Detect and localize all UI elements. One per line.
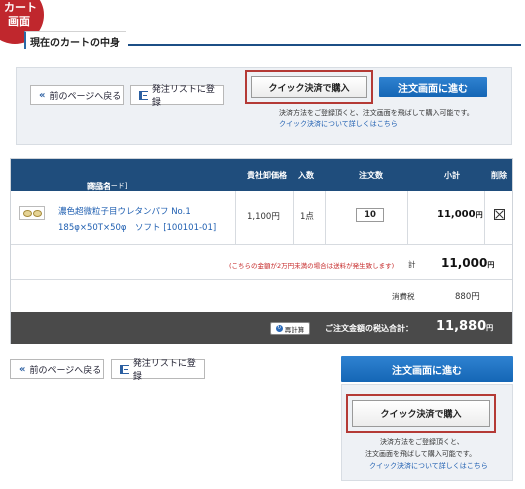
item-subtotal: 11,000円 bbox=[437, 209, 483, 220]
header-unit: 入数 bbox=[298, 171, 314, 180]
quantity-input[interactable]: 10 bbox=[356, 208, 384, 222]
badge-line1: カート bbox=[4, 1, 37, 14]
double-chevron-left-icon: « bbox=[39, 89, 46, 101]
divider bbox=[325, 191, 326, 244]
list-icon bbox=[120, 364, 129, 374]
quick-checkout-note-bottom-1: 決済方法をご登録頂くと、 bbox=[380, 438, 464, 446]
order-list-button-label: 発注リストに登録 bbox=[132, 359, 196, 382]
back-button-bottom[interactable]: « 前のページへ戻る bbox=[10, 359, 104, 379]
proceed-to-order-button-bottom[interactable]: 注文画面に進む bbox=[341, 356, 513, 382]
row-divider bbox=[11, 279, 512, 280]
header-price: 貴社卸価格 bbox=[247, 171, 287, 180]
section-title: 現在のカートの中身 bbox=[24, 31, 126, 49]
item-unit: 1点 bbox=[300, 212, 314, 222]
quick-checkout-info-link-top[interactable]: クイック決済について詳しくはこちら bbox=[279, 119, 398, 129]
total-label: 計 bbox=[408, 260, 416, 269]
quick-checkout-note-bottom-2: 注文画面を飛ばして購入可能です。 bbox=[365, 450, 477, 458]
badge-line2: 画面 bbox=[8, 15, 30, 28]
quick-checkout-note-top: 決済方法をご登録頂くと、注文画面を飛ばして購入可能です。 bbox=[279, 109, 474, 117]
proceed-to-order-button-top[interactable]: 注文画面に進む bbox=[379, 77, 487, 97]
quick-checkout-info-link-bottom[interactable]: クイック決済について詳しくはこちら bbox=[369, 461, 488, 471]
row-divider bbox=[11, 244, 512, 245]
list-icon bbox=[139, 90, 148, 100]
divider bbox=[235, 191, 236, 244]
recalculate-button[interactable]: ↻ 再計算 bbox=[270, 322, 310, 335]
header-subtotal: 小計 bbox=[444, 171, 460, 180]
quick-checkout-highlight-top: クイック決済で購入 bbox=[245, 70, 373, 104]
quick-checkout-highlight-bottom: クイック決済で購入 bbox=[346, 394, 496, 433]
header-delete: 削除 bbox=[491, 171, 507, 180]
divider bbox=[407, 191, 408, 244]
cart-table: 商品名 [発注コード] 貴社卸価格 入数 注文数 小計 削除 濃色超微粒子目ウレ… bbox=[10, 158, 513, 344]
tax-label: 消費税 bbox=[392, 292, 415, 301]
back-button-top[interactable]: « 前のページへ戻る bbox=[30, 85, 124, 105]
header-qty: 注文数 bbox=[359, 171, 383, 180]
delete-checkbox-icon[interactable] bbox=[494, 209, 505, 220]
refresh-icon: ↻ bbox=[275, 325, 283, 332]
divider bbox=[293, 191, 294, 244]
back-button-label: 前のページへ戻る bbox=[49, 91, 122, 102]
quick-checkout-button-bottom[interactable]: クイック決済で購入 bbox=[352, 400, 490, 427]
grand-total: 11,880円 bbox=[436, 319, 494, 334]
double-chevron-left-icon: « bbox=[19, 363, 26, 375]
add-to-order-list-button-top[interactable]: 発注リストに登録 bbox=[130, 85, 224, 108]
quick-checkout-button-top[interactable]: クイック決済で購入 bbox=[251, 76, 367, 98]
order-list-button-label: 発注リストに登録 bbox=[151, 85, 215, 108]
grand-total-label: ご注文金額の税込合計： bbox=[325, 324, 413, 333]
add-to-order-list-button-bottom[interactable]: 発注リストに登録 bbox=[111, 359, 205, 382]
tax-value: 880円 bbox=[455, 292, 480, 302]
cart-total: 11,000円 bbox=[441, 256, 495, 270]
product-thumbnail[interactable] bbox=[19, 206, 45, 220]
item-price: 1,100円 bbox=[247, 212, 280, 222]
product-name-link[interactable]: 濃色超微粒子目ウレタンパフ No.1 185φ×50T×50φ ソフト [100… bbox=[58, 204, 216, 236]
section-title-underline bbox=[128, 44, 521, 46]
table-header: 商品名 [発注コード] 貴社卸価格 入数 注文数 小計 削除 bbox=[11, 159, 512, 191]
divider bbox=[484, 191, 485, 244]
shipping-fee-note: (こちらの金額が2万円未満の場合は送料が発生致します) bbox=[229, 262, 395, 270]
back-button-label: 前のページへ戻る bbox=[29, 365, 102, 376]
